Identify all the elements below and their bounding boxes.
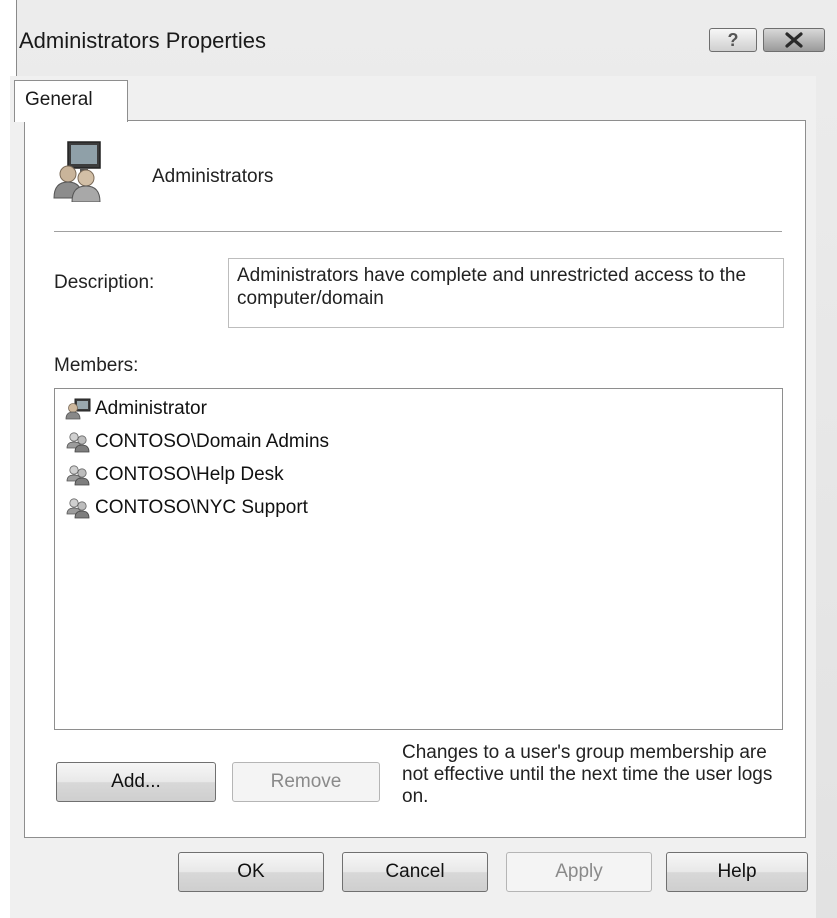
group-users-icon [53,141,101,202]
cancel-button[interactable]: Cancel [342,852,488,892]
description-label: Description: [54,272,155,293]
user-icon [65,398,91,420]
close-x-icon [785,32,803,48]
group-icon [66,498,90,519]
member-name: CONTOSO\NYC Support [95,497,308,518]
group-name: Administrators [152,166,274,187]
window-title: Administrators Properties [19,28,266,53]
add-button[interactable]: Add... [56,762,216,802]
remove-button[interactable]: Remove [232,762,380,802]
description-field[interactable]: Administrators have complete and unrestr… [228,258,784,328]
tab-general-label: General [25,89,93,110]
members-listbox[interactable]: Administrator CONTOSO\Domain Admins CONT… [54,388,783,730]
question-mark-icon: ? [727,29,739,50]
apply-button[interactable]: Apply [506,852,652,892]
list-item[interactable]: CONTOSO\NYC Support [65,496,308,520]
list-item[interactable]: CONTOSO\Domain Admins [65,430,329,454]
tab-general[interactable]: General [14,80,128,122]
title-close-button[interactable] [763,28,825,52]
ok-button[interactable]: OK [178,852,324,892]
group-icon [66,465,90,486]
membership-note: Changes to a user's group membership are… [402,742,773,807]
title-bar[interactable]: Administrators Properties ? [17,0,837,62]
help-button[interactable]: Help [666,852,808,892]
list-item[interactable]: CONTOSO\Help Desk [65,463,284,487]
list-item[interactable]: Administrator [65,397,207,421]
separator [54,231,782,233]
member-name: Administrator [95,398,207,419]
title-help-button[interactable]: ? [709,28,757,52]
member-name: CONTOSO\Help Desk [95,464,284,485]
member-name: CONTOSO\Domain Admins [95,431,330,452]
members-label: Members: [54,355,139,376]
group-icon [66,432,90,453]
